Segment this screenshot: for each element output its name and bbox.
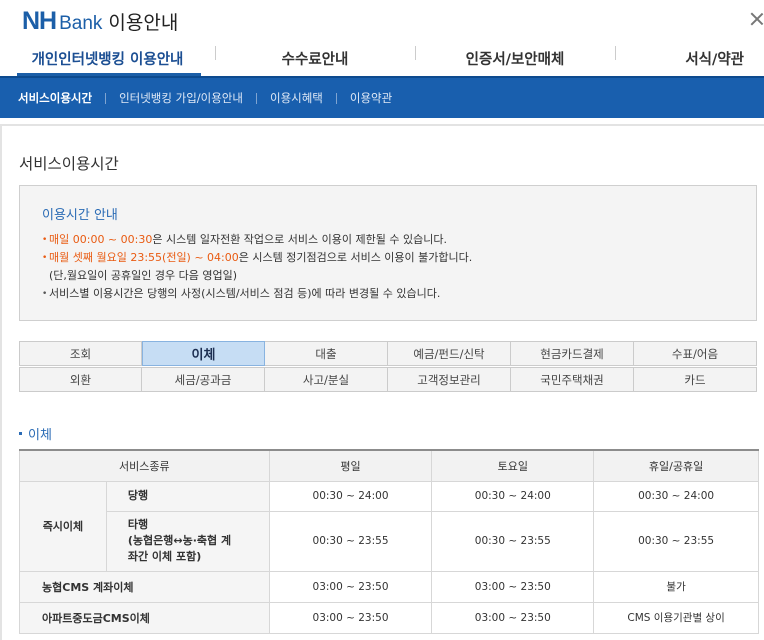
tab-fees[interactable]: 수수료안내	[215, 40, 415, 76]
page-title: 서비스이용시간	[19, 155, 119, 173]
logo-nh-text: NH	[22, 7, 57, 35]
tab-personal-internet-banking[interactable]: 개인인터넷뱅킹 이용안내	[0, 40, 215, 76]
category-cash-card-payment[interactable]: 현금카드결제	[511, 341, 634, 366]
service-name: 당행	[105, 480, 270, 512]
category-transfer[interactable]: 이체	[142, 341, 265, 366]
saturday-hours: 03:00 ~ 23:50	[431, 601, 595, 634]
subnav-divider	[255, 92, 257, 104]
tab-divider	[615, 46, 616, 60]
tab-forms-terms[interactable]: 서식/약관	[615, 40, 764, 76]
tab-certificates[interactable]: 인증서/보안매체	[415, 40, 615, 76]
holiday-hours: 00:30 ~ 24:00	[593, 480, 759, 512]
notice-text: 은 시스템 일자전환 작업으로 서비스 이용이 제한될 수 있습니다.	[152, 233, 447, 246]
category-grid: 조회 이체 대출 예금/펀드/신탁 현금카드결제 수표/어음 외환 세금/공과금…	[19, 341, 759, 393]
weekday-hours: 03:00 ~ 23:50	[268, 601, 433, 634]
subnav-divider	[335, 92, 337, 104]
service-name: 농협CMS 계좌이체	[19, 570, 270, 603]
category-card[interactable]: 카드	[634, 367, 757, 392]
category-row: 외환 세금/공과금 사고/분실 고객정보관리 국민주택채권 카드	[19, 367, 759, 392]
category-customer-info[interactable]: 고객정보관리	[388, 367, 511, 392]
group-label: 즉시이체	[19, 480, 107, 572]
close-icon[interactable]	[750, 12, 764, 26]
holiday-hours: 불가	[593, 570, 759, 603]
logo-bank-text: Bank	[59, 13, 103, 34]
window-title: 이용안내	[108, 12, 179, 34]
notice-note: (단,월요일이 공휴일인 경우 다음 영업일)	[49, 269, 237, 282]
section-title-text: 이체	[28, 428, 52, 443]
saturday-hours: 00:30 ~ 24:00	[431, 480, 595, 512]
category-row: 조회 이체 대출 예금/펀드/신탁 현금카드결제 수표/어음	[19, 341, 759, 366]
notice-text: 은 시스템 정기점검으로 서비스 이용이 불가합니다.	[238, 251, 473, 264]
service-hours-table: 서비스종류 평일 토요일 휴일/공휴일 즉시이체 당행 00:30 ~ 24:0…	[19, 449, 759, 634]
category-inquiry[interactable]: 조회	[19, 341, 142, 366]
service-name-line: 좌간 이체 포함)	[127, 550, 202, 563]
notice-line: • 매월 셋째 월요일 23:55(전일) ~ 04:00 은 시스템 정기점검…	[42, 249, 472, 267]
table-row: 아파트중도금CMS이체 03:00 ~ 23:50 03:00 ~ 23:50 …	[19, 601, 759, 634]
tab-divider	[415, 46, 416, 60]
content-frame: 서비스이용시간 이용시간 안내 • 매일 00:00 ~ 00:30 은 시스템…	[0, 124, 764, 640]
notice-lines: • 매일 00:00 ~ 00:30 은 시스템 일자전환 작업으로 서비스 이…	[42, 231, 472, 303]
notice-line: (단,월요일이 공휴일인 경우 다음 영업일)	[42, 267, 472, 285]
notice-title: 이용시간 안내	[42, 208, 118, 223]
subnav-service-hours[interactable]: 서비스이용시간	[18, 90, 92, 106]
weekday-hours: 00:30 ~ 24:00	[268, 480, 433, 512]
top-tabs: 개인인터넷뱅킹 이용안내 수수료안내 인증서/보안매체 서식/약관	[0, 40, 764, 76]
table-header-row: 서비스종류 평일 토요일 휴일/공휴일	[19, 449, 759, 482]
notice-highlight: 매일 00:00 ~ 00:30	[49, 233, 153, 246]
service-name: 아파트중도금CMS이체	[19, 601, 270, 634]
subnav-divider	[105, 92, 107, 104]
tab-fees-label: 수수료안내	[281, 51, 349, 68]
category-foreign-exchange[interactable]: 외환	[19, 367, 142, 392]
category-loan[interactable]: 대출	[265, 341, 388, 366]
service-name-line: 타행	[127, 518, 149, 531]
notice-line: • 매일 00:00 ~ 00:30 은 시스템 일자전환 작업으로 서비스 이…	[42, 231, 472, 249]
bullet-icon: •	[42, 253, 48, 263]
category-tax-utility[interactable]: 세금/공과금	[142, 367, 265, 392]
service-name-line: (농협은행↔농·축협 계	[127, 534, 232, 547]
header-holiday: 휴일/공휴일	[593, 449, 759, 482]
header: NH Bank 이용안내	[0, 0, 764, 40]
category-housing-bond[interactable]: 국민주택채권	[511, 367, 634, 392]
table-row: 즉시이체 당행 00:30 ~ 24:00 00:30 ~ 24:00 00:3…	[19, 480, 759, 572]
subnav-benefits[interactable]: 이용시혜택	[270, 90, 323, 106]
category-check-bill[interactable]: 수표/어음	[634, 341, 757, 366]
holiday-hours: 00:30 ~ 23:55	[593, 510, 759, 572]
tab-certificates-label: 인증서/보안매체	[465, 51, 565, 68]
section-title: 이체	[19, 424, 52, 443]
subnav-signup-guide[interactable]: 인터넷뱅킹 가입/이용안내	[119, 90, 243, 106]
table-row: 타행 (농협은행↔농·축협 계 좌간 이체 포함) 00:30 ~ 23:55 …	[20, 510, 759, 572]
tab-forms-terms-label: 서식/약관	[685, 51, 744, 68]
tab-divider	[215, 46, 216, 60]
notice-highlight: 매월 셋째 월요일 23:55(전일) ~ 04:00	[49, 251, 239, 264]
service-name: 타행 (농협은행↔농·축협 계 좌간 이체 포함)	[105, 510, 270, 572]
header-saturday: 토요일	[431, 449, 595, 482]
bullet-icon: •	[42, 289, 48, 299]
notice-box: 이용시간 안내 • 매일 00:00 ~ 00:30 은 시스템 일자전환 작업…	[19, 185, 757, 321]
header-service-type: 서비스종류	[19, 449, 270, 482]
sub-nav: 서비스이용시간 인터넷뱅킹 가입/이용안내 이용시혜택 이용약관	[0, 76, 764, 118]
saturday-hours: 03:00 ~ 23:50	[431, 570, 595, 603]
weekday-hours: 03:00 ~ 23:50	[268, 570, 433, 603]
nh-bank-logo: NH Bank 이용안내	[22, 7, 178, 36]
category-accident-loss[interactable]: 사고/분실	[265, 367, 388, 392]
header-weekday: 평일	[268, 449, 433, 482]
bullet-icon: •	[42, 235, 48, 245]
weekday-hours: 00:30 ~ 23:55	[268, 510, 433, 572]
notice-text: 서비스별 이용시간은 당행의 사정(시스템/서비스 점검 등)에 따라 변경될 …	[49, 287, 441, 300]
holiday-hours: CMS 이용기관별 상이	[593, 601, 759, 634]
table-row: 농협CMS 계좌이체 03:00 ~ 23:50 03:00 ~ 23:50 불…	[19, 570, 759, 603]
subnav-terms[interactable]: 이용약관	[350, 90, 392, 106]
saturday-hours: 00:30 ~ 23:55	[431, 510, 595, 572]
bullet-icon	[19, 432, 22, 435]
category-deposit-fund-trust[interactable]: 예금/펀드/신탁	[388, 341, 511, 366]
notice-line: • 서비스별 이용시간은 당행의 사정(시스템/서비스 점검 등)에 따라 변경…	[42, 285, 472, 303]
